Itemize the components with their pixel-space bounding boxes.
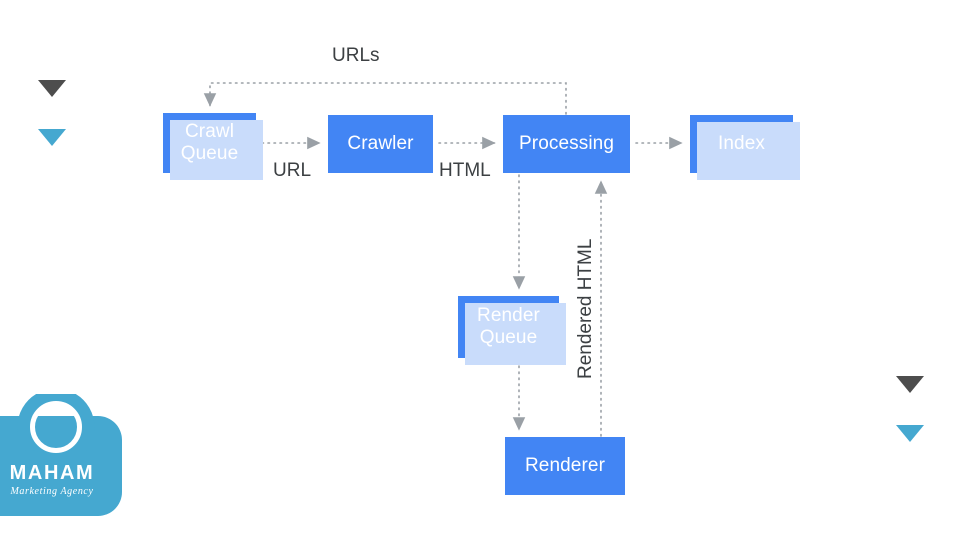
logo-tagline: Marketing Agency [10,486,94,497]
connector-layer [203,82,683,437]
triangle-down-marker-top-left [38,80,66,97]
edge-label-urls: URLs [332,45,380,66]
triangle-down-marker-bottom-left [38,129,66,146]
edge-label-url: URL [273,160,312,181]
maham-circle-mark-icon [10,394,102,468]
edge-urls [203,82,567,115]
node-index[interactable]: Index [690,115,800,180]
logo-wordmark: MAHAM [9,462,95,484]
node-render-queue[interactable]: Render Queue [458,296,566,365]
node-renderer[interactable]: Renderer [505,437,625,495]
diagram-canvas: Crawl Queue Crawler Processing Index Ren… [0,0,967,550]
node-processing[interactable]: Processing [503,115,630,173]
edge-label-rendered-html: Rendered HTML [575,238,596,379]
triangle-down-marker-bottom-right [896,425,924,442]
brand-logo: MAHAM Marketing Agency [0,394,122,516]
triangle-down-marker-top-right [896,376,924,393]
edge-label-html: HTML [439,160,491,181]
node-crawler[interactable]: Crawler [328,115,433,173]
node-crawl-queue[interactable]: Crawl Queue [163,113,263,180]
